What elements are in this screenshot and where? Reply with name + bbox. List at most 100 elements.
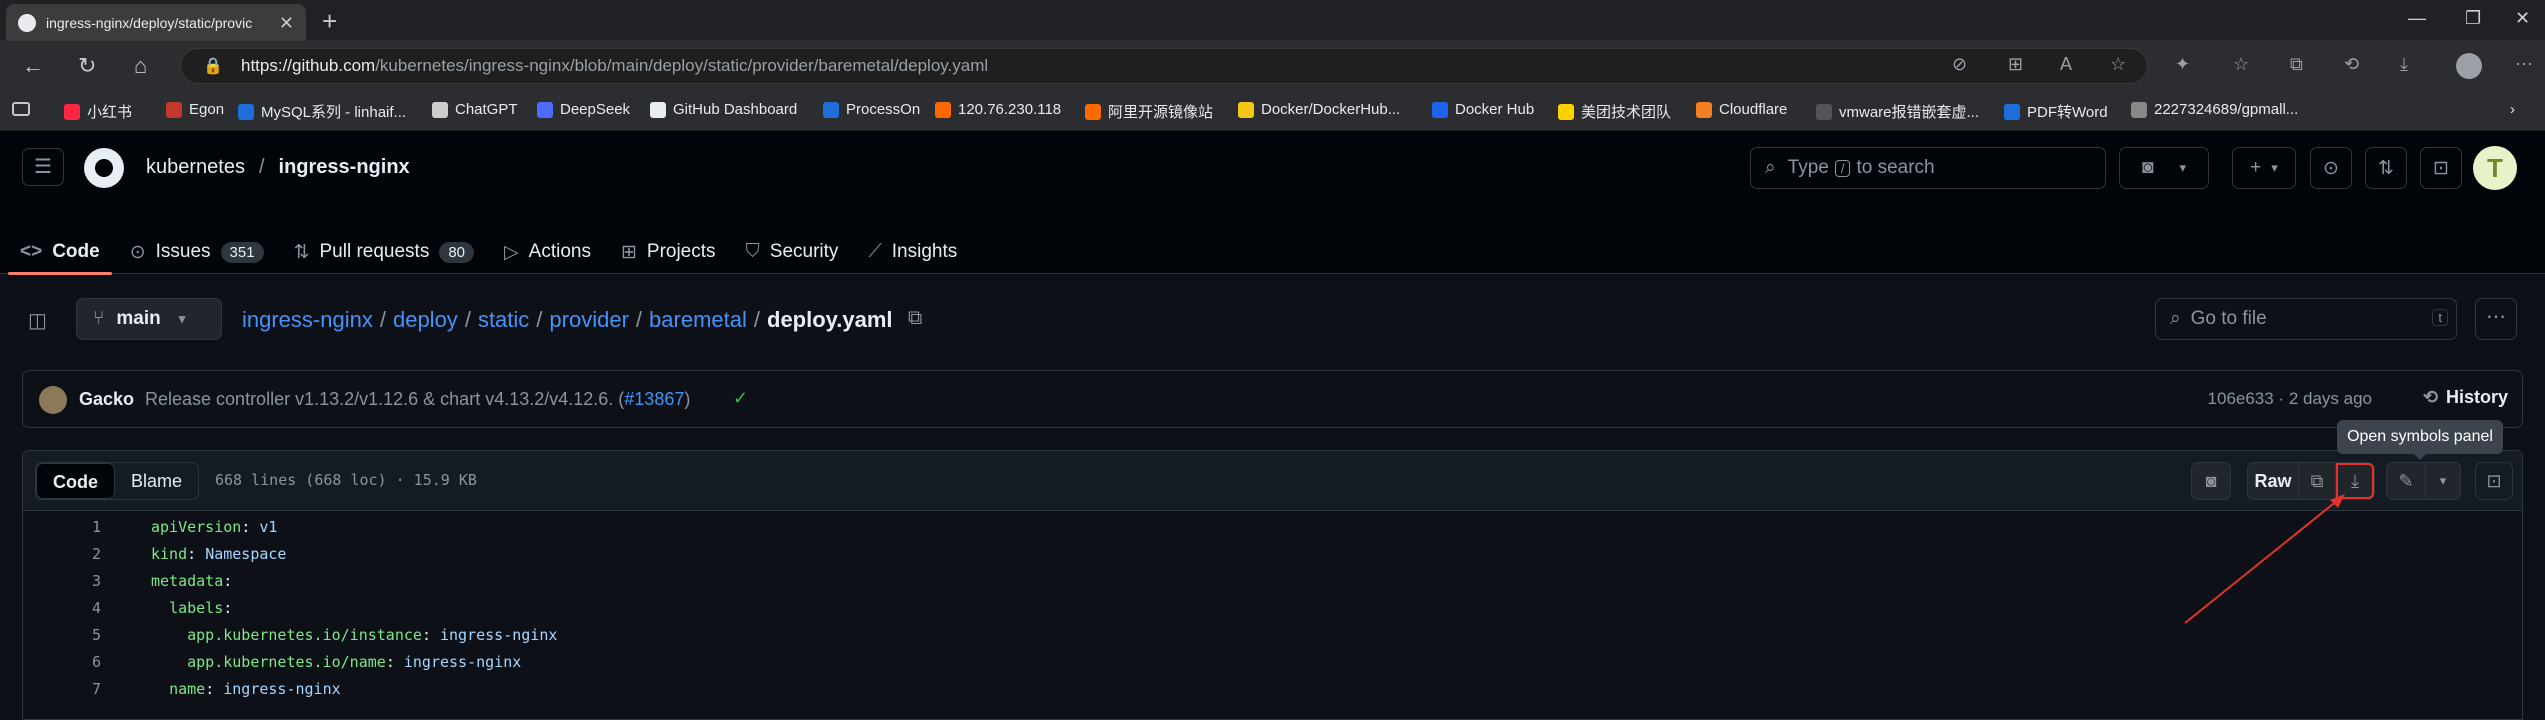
pull-requests-button[interactable]: ⇅ [2365,147,2407,189]
browser-tab[interactable]: ingress-nginx/deploy/static/provic ✕ [6,4,306,41]
menu-icon[interactable]: ☰ [22,148,64,186]
bookmark-item[interactable]: Egon [166,101,224,118]
chevron-down-icon: ▾ [2271,160,2278,175]
go-to-file-input[interactable]: ⌕ Go to file t [2155,298,2457,340]
bookmark-item[interactable]: 120.76.230.118 [935,101,1061,118]
tab-insights[interactable]: ⟋ Insights [868,230,957,274]
commit-author-avatar[interactable] [39,386,67,414]
new-tab-button[interactable]: + [322,6,337,37]
bookmark-item[interactable]: ChatGPT [432,101,518,118]
sidebar-toggle-icon[interactable]: ◫ [28,308,47,333]
path-segment-link[interactable]: static [478,307,529,332]
home-icon[interactable]: ⌂ [134,53,147,79]
blame-view-button[interactable]: Blame [115,463,198,499]
bookmark-item[interactable]: Docker/DockerHub... [1238,101,1400,118]
site-info-icon[interactable]: 🔒 [203,56,223,76]
history-icon[interactable]: ⟲ [2344,54,2359,75]
bookmark-item[interactable]: Cloudflare [1696,101,1787,118]
extensions-icon[interactable]: ✦ [2175,54,2190,75]
bookmark-item[interactable]: MySQL系列 - linhaif... [238,101,406,122]
favorite-icon[interactable]: ☆ [2110,54,2126,75]
tab-projects[interactable]: ⊞ Projects [621,230,716,274]
tab-pull-requests[interactable]: ⇅ Pull requests 80 [294,230,475,274]
edit-options-button[interactable]: ▾ [2425,462,2461,500]
more-options-button[interactable]: ⋯ [2475,298,2517,340]
copilot-button[interactable]: ◙ ▾ [2119,147,2209,189]
copilot-chat-button[interactable]: ◙ [2191,462,2231,500]
commit-meta[interactable]: 106e633 · 2 days ago [2208,389,2372,409]
symbols-panel-button[interactable]: ⊡ [2475,462,2513,500]
url-input[interactable]: 🔒 https://github.com/kubernetes/ingress-… [180,48,2148,84]
commit-pr-link[interactable]: #13867 [624,389,684,409]
downloads-icon[interactable]: ⤓ [2400,54,2408,75]
line-number[interactable]: 7 [23,680,101,698]
code-view-button[interactable]: Code [36,463,115,499]
tab-security[interactable]: ⛉ Security [746,230,839,274]
bookmark-item[interactable]: 美团技术团队 [1558,101,1671,122]
close-tab-icon[interactable]: ✕ [279,13,294,34]
inbox-button[interactable]: ⊡ [2420,147,2462,189]
tab-issues[interactable]: ⊙ Issues 351 [130,230,264,274]
tab-code[interactable]: <> Code [8,230,112,275]
line-number[interactable]: 6 [23,653,101,671]
bookmarks-overflow-icon[interactable]: › [2510,101,2515,118]
path-segment-link[interactable]: provider [549,307,628,332]
line-number[interactable]: 4 [23,599,101,617]
apps-icon[interactable]: ⊞ [2008,54,2023,75]
bookmark-item[interactable]: Docker Hub [1432,101,1534,118]
commit-author[interactable]: Gacko [79,389,134,410]
download-raw-button[interactable]: ⤓ [2335,462,2375,500]
bookmarks-icon[interactable] [12,102,30,116]
tracking-icon[interactable]: ⊘ [1952,54,1967,75]
bookmark-item[interactable]: 2227324689/gpmall... [2131,101,2298,118]
repo-link[interactable]: ingress-nginx [279,156,410,178]
back-icon[interactable]: ← [22,53,44,79]
history-button[interactable]: ⟲ History [2423,387,2508,408]
collections-icon[interactable]: ⧉ [2290,54,2303,75]
file-header: Code Blame 668 lines (668 loc) · 15.9 KB… [23,451,2522,511]
reload-icon[interactable]: ↻ [78,53,96,79]
path-segment-link[interactable]: baremetal [649,307,747,332]
profile-avatar[interactable] [2456,53,2482,79]
close-window-icon[interactable]: ✕ [2515,8,2530,29]
raw-button[interactable]: Raw [2247,462,2299,500]
line-number[interactable]: 5 [23,626,101,644]
github-logo[interactable] [84,148,124,188]
settings-menu-icon[interactable]: ⋯ [2515,54,2533,75]
line-number[interactable]: 3 [23,572,101,590]
copy-path-icon[interactable]: ⧉ [908,307,922,330]
branch-selector[interactable]: ⑂ main ▾ [76,298,222,340]
tab-actions[interactable]: ▷ Actions [504,230,591,274]
bookmark-item[interactable]: 小红书 [64,101,132,122]
file-path-bar: ◫ ⑂ main ▾ ingress-nginx / deploy / static / pro… [0,274,2545,370]
chevron-down-icon: ▾ [2179,160,2186,175]
bookmark-item[interactable]: ProcessOn [823,101,920,118]
bookmark-label: GitHub Dashboard [673,101,798,118]
copy-raw-button[interactable]: ⧉ [2298,462,2336,500]
bookmark-label: ChatGPT [455,101,518,118]
line-number[interactable]: 1 [23,518,101,536]
search-input[interactable]: ⌕ Type / to search [1750,147,2106,189]
line-number[interactable]: 2 [23,545,101,563]
edit-button[interactable]: ✎ [2386,462,2426,500]
bookmark-label: vmware报错嵌套虚... [1839,104,1980,121]
create-new-button[interactable]: + ▾ [2232,147,2296,189]
check-icon[interactable]: ✓ [733,388,748,409]
bookmark-item[interactable]: DeepSeek [537,101,630,118]
maximize-icon[interactable]: ❐ [2465,8,2481,29]
path-segment-link[interactable]: ingress-nginx [242,307,373,332]
path-segment-link[interactable]: deploy [393,307,458,332]
read-aloud-icon[interactable]: A [2060,54,2072,75]
bookmark-item[interactable]: 阿里开源镜像站 [1085,101,1213,122]
minimize-icon[interactable]: — [2408,8,2426,29]
bookmark-item[interactable]: vmware报错嵌套虚... [1816,101,1979,122]
owner-link[interactable]: kubernetes [146,156,245,178]
line-content: apiVersion: v1 [151,518,277,536]
user-avatar[interactable]: T [2473,146,2517,190]
file-meta: 668 lines (668 loc) · 15.9 KB [215,471,477,489]
bookmark-item[interactable]: GitHub Dashboard [650,101,797,118]
commit-message[interactable]: Release controller v1.13.2/v1.12.6 & cha… [145,389,690,410]
bookmark-item[interactable]: PDF转Word [2004,101,2108,122]
favorites-icon[interactable]: ☆ [2233,54,2249,75]
issues-button[interactable]: ⊙ [2310,147,2352,189]
